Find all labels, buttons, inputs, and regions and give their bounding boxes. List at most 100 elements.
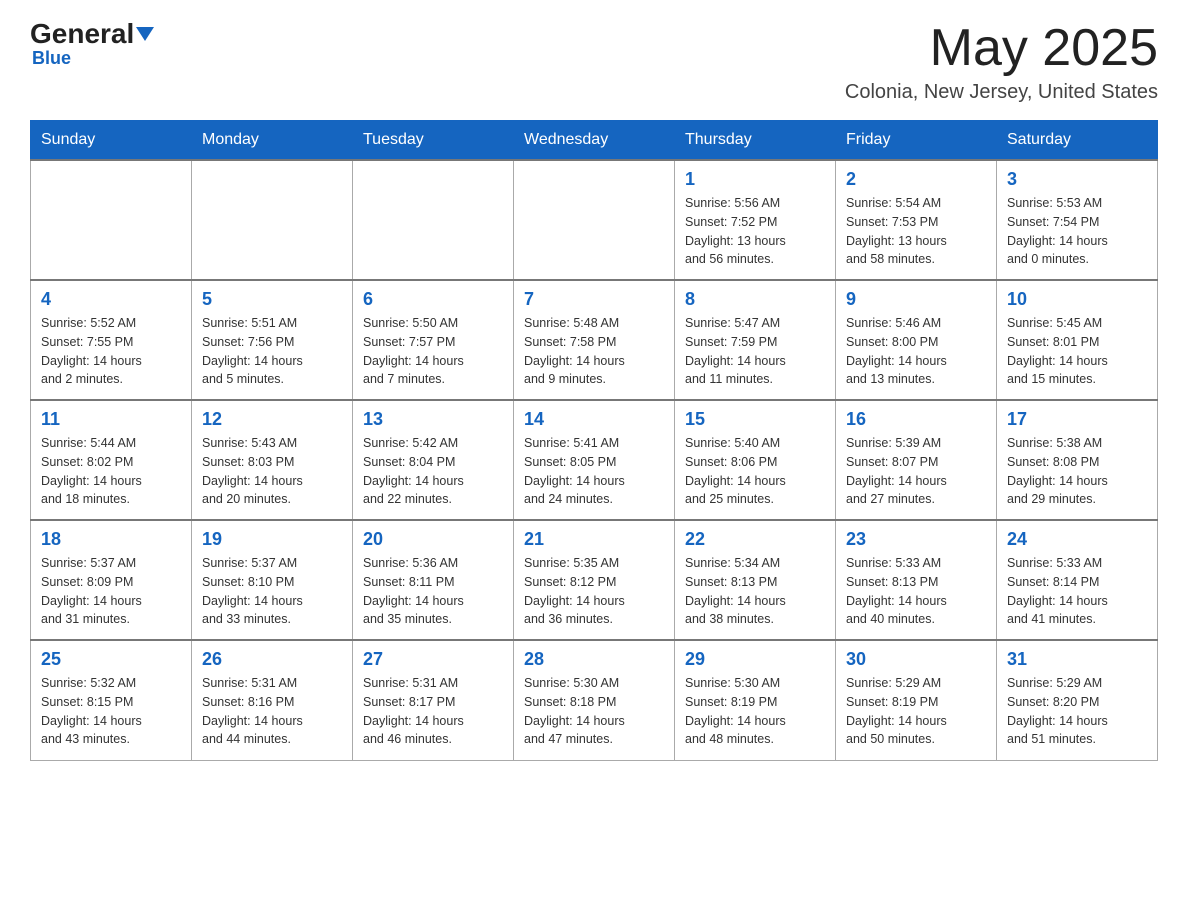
day-info: Sunrise: 5:31 AMSunset: 8:16 PMDaylight:… (202, 674, 342, 749)
day-number: 1 (685, 169, 825, 190)
day-info: Sunrise: 5:46 AMSunset: 8:00 PMDaylight:… (846, 314, 986, 389)
calendar-cell: 26 Sunrise: 5:31 AMSunset: 8:16 PMDayligh… (192, 640, 353, 760)
day-number: 22 (685, 529, 825, 550)
calendar-table: SundayMondayTuesdayWednesdayThursdayFrid… (30, 120, 1158, 761)
day-info: Sunrise: 5:30 AMSunset: 8:18 PMDaylight:… (524, 674, 664, 749)
calendar-cell: 17Sunrise: 5:38 AMSunset: 8:08 PMDayligh… (997, 400, 1158, 520)
calendar-cell: 4 Sunrise: 5:52 AMSunset: 7:55 PMDaylight… (31, 280, 192, 400)
calendar-cell: 3 Sunrise: 5:53 AMSunset: 7:54 PMDaylight… (997, 160, 1158, 280)
calendar-cell: 29 Sunrise: 5:30 AMSunset: 8:19 PMDayligh… (675, 640, 836, 760)
weekday-header-tuesday: Tuesday (353, 121, 514, 161)
week-row-3: 11 Sunrise: 5:44 AMSunset: 8:02 PMDayligh… (31, 400, 1158, 520)
day-info: Sunrise: 5:50 AMSunset: 7:57 PMDaylight:… (363, 314, 503, 389)
calendar-cell: 27Sunrise: 5:31 AMSunset: 8:17 PMDayligh… (353, 640, 514, 760)
day-number: 25 (41, 649, 181, 670)
day-info: Sunrise: 5:33 AMSunset: 8:14 PMDaylight:… (1007, 554, 1147, 629)
day-info: Sunrise: 5:37 AMSunset: 8:10 PMDaylight:… (202, 554, 342, 629)
calendar-cell: 1 Sunrise: 5:56 AMSunset: 7:52 PMDaylight… (675, 160, 836, 280)
calendar-cell: 15 Sunrise: 5:40 AMSunset: 8:06 PMDayligh… (675, 400, 836, 520)
calendar-cell: 25 Sunrise: 5:32 AMSunset: 8:15 PMDayligh… (31, 640, 192, 760)
day-number: 28 (524, 649, 664, 670)
calendar-cell: 11 Sunrise: 5:44 AMSunset: 8:02 PMDayligh… (31, 400, 192, 520)
day-info: Sunrise: 5:43 AMSunset: 8:03 PMDaylight:… (202, 434, 342, 509)
calendar-cell (192, 160, 353, 280)
day-info: Sunrise: 5:54 AMSunset: 7:53 PMDaylight:… (846, 194, 986, 269)
day-number: 12 (202, 409, 342, 430)
day-number: 19 (202, 529, 342, 550)
calendar-cell (514, 160, 675, 280)
calendar-cell: 8Sunrise: 5:47 AMSunset: 7:59 PMDaylight… (675, 280, 836, 400)
weekday-header-sunday: Sunday (31, 121, 192, 161)
day-number: 8 (685, 289, 825, 310)
day-number: 6 (363, 289, 503, 310)
calendar-cell: 28 Sunrise: 5:30 AMSunset: 8:18 PMDayligh… (514, 640, 675, 760)
day-info: Sunrise: 5:48 AMSunset: 7:58 PMDaylight:… (524, 314, 664, 389)
day-number: 13 (363, 409, 503, 430)
day-info: Sunrise: 5:37 AMSunset: 8:09 PMDaylight:… (41, 554, 181, 629)
day-number: 4 (41, 289, 181, 310)
day-number: 17 (1007, 409, 1147, 430)
calendar-cell: 24 Sunrise: 5:33 AMSunset: 8:14 PMDayligh… (997, 520, 1158, 640)
calendar-cell: 12 Sunrise: 5:43 AMSunset: 8:03 PMDayligh… (192, 400, 353, 520)
calendar-cell: 9 Sunrise: 5:46 AMSunset: 8:00 PMDaylight… (836, 280, 997, 400)
day-info: Sunrise: 5:41 AMSunset: 8:05 PMDaylight:… (524, 434, 664, 509)
day-info: Sunrise: 5:30 AMSunset: 8:19 PMDaylight:… (685, 674, 825, 749)
day-number: 18 (41, 529, 181, 550)
calendar-cell: 18 Sunrise: 5:37 AMSunset: 8:09 PMDayligh… (31, 520, 192, 640)
calendar-cell: 22 Sunrise: 5:34 AMSunset: 8:13 PMDayligh… (675, 520, 836, 640)
month-title: May 2025 (845, 20, 1158, 77)
calendar-cell: 23 Sunrise: 5:33 AMSunset: 8:13 PMDayligh… (836, 520, 997, 640)
day-number: 26 (202, 649, 342, 670)
day-number: 24 (1007, 529, 1147, 550)
week-row-4: 18 Sunrise: 5:37 AMSunset: 8:09 PMDayligh… (31, 520, 1158, 640)
day-number: 23 (846, 529, 986, 550)
day-number: 30 (846, 649, 986, 670)
day-info: Sunrise: 5:40 AMSunset: 8:06 PMDaylight:… (685, 434, 825, 509)
calendar-cell: 2Sunrise: 5:54 AMSunset: 7:53 PMDaylight… (836, 160, 997, 280)
day-info: Sunrise: 5:53 AMSunset: 7:54 PMDaylight:… (1007, 194, 1147, 269)
day-number: 9 (846, 289, 986, 310)
day-info: Sunrise: 5:52 AMSunset: 7:55 PMDaylight:… (41, 314, 181, 389)
day-info: Sunrise: 5:32 AMSunset: 8:15 PMDaylight:… (41, 674, 181, 749)
calendar-cell: 13 Sunrise: 5:42 AMSunset: 8:04 PMDayligh… (353, 400, 514, 520)
logo: General Blue (30, 20, 154, 69)
day-number: 3 (1007, 169, 1147, 190)
day-number: 29 (685, 649, 825, 670)
week-row-5: 25 Sunrise: 5:32 AMSunset: 8:15 PMDayligh… (31, 640, 1158, 760)
day-info: Sunrise: 5:44 AMSunset: 8:02 PMDaylight:… (41, 434, 181, 509)
calendar-cell: 30Sunrise: 5:29 AMSunset: 8:19 PMDayligh… (836, 640, 997, 760)
calendar-cell: 5Sunrise: 5:51 AMSunset: 7:56 PMDaylight… (192, 280, 353, 400)
day-number: 15 (685, 409, 825, 430)
weekday-header-saturday: Saturday (997, 121, 1158, 161)
week-row-2: 4 Sunrise: 5:52 AMSunset: 7:55 PMDaylight… (31, 280, 1158, 400)
weekday-header-row: SundayMondayTuesdayWednesdayThursdayFrid… (31, 121, 1158, 161)
day-info: Sunrise: 5:33 AMSunset: 8:13 PMDaylight:… (846, 554, 986, 629)
weekday-header-friday: Friday (836, 121, 997, 161)
day-info: Sunrise: 5:56 AMSunset: 7:52 PMDaylight:… (685, 194, 825, 269)
calendar-cell (31, 160, 192, 280)
day-info: Sunrise: 5:35 AMSunset: 8:12 PMDaylight:… (524, 554, 664, 629)
day-info: Sunrise: 5:36 AMSunset: 8:11 PMDaylight:… (363, 554, 503, 629)
logo-general: General (30, 20, 134, 48)
calendar-cell: 31Sunrise: 5:29 AMSunset: 8:20 PMDayligh… (997, 640, 1158, 760)
calendar-cell: 20 Sunrise: 5:36 AMSunset: 8:11 PMDayligh… (353, 520, 514, 640)
day-number: 31 (1007, 649, 1147, 670)
day-info: Sunrise: 5:34 AMSunset: 8:13 PMDaylight:… (685, 554, 825, 629)
day-number: 10 (1007, 289, 1147, 310)
day-number: 11 (41, 409, 181, 430)
calendar-cell (353, 160, 514, 280)
day-info: Sunrise: 5:31 AMSunset: 8:17 PMDaylight:… (363, 674, 503, 749)
calendar-cell: 7Sunrise: 5:48 AMSunset: 7:58 PMDaylight… (514, 280, 675, 400)
day-info: Sunrise: 5:51 AMSunset: 7:56 PMDaylight:… (202, 314, 342, 389)
page-header: General Blue May 2025 Colonia, New Jerse… (30, 20, 1158, 104)
weekday-header-thursday: Thursday (675, 121, 836, 161)
location-title: Colonia, New Jersey, United States (845, 81, 1158, 104)
day-number: 14 (524, 409, 664, 430)
day-number: 16 (846, 409, 986, 430)
weekday-header-wednesday: Wednesday (514, 121, 675, 161)
calendar-cell: 19 Sunrise: 5:37 AMSunset: 8:10 PMDayligh… (192, 520, 353, 640)
weekday-header-monday: Monday (192, 121, 353, 161)
day-info: Sunrise: 5:42 AMSunset: 8:04 PMDaylight:… (363, 434, 503, 509)
day-number: 21 (524, 529, 664, 550)
day-number: 20 (363, 529, 503, 550)
